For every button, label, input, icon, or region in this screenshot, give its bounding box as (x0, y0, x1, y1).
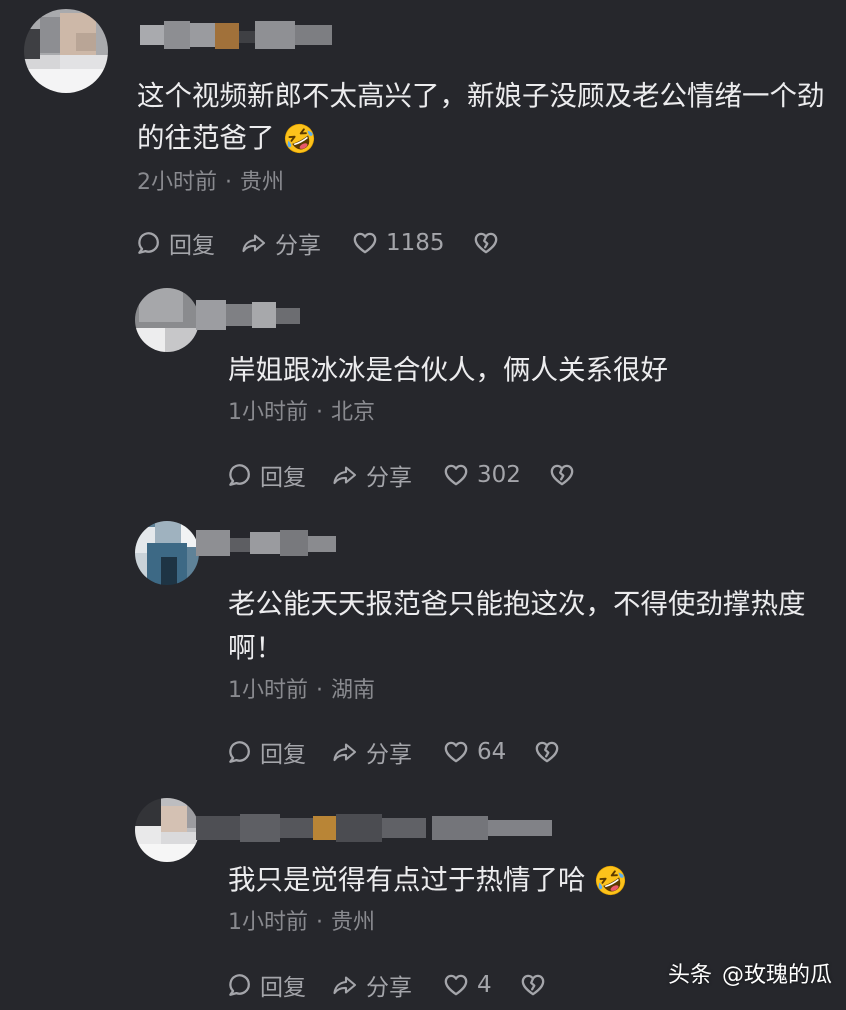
comment-time: 1小时前 (228, 678, 308, 703)
watermark-account: @玫瑰的瓜 (722, 963, 833, 988)
comment-bubble-icon (226, 972, 252, 998)
watermark-platform: 头条 (668, 963, 713, 988)
heart-icon (352, 230, 378, 256)
comment-location: 湖南 (331, 678, 376, 703)
share-label: 分享 (275, 233, 321, 259)
comment-actions: 回复 分享 1185 (135, 227, 499, 259)
avatar[interactable] (135, 288, 199, 352)
username-redacted[interactable] (140, 21, 332, 49)
heart-icon (443, 972, 469, 998)
share-label: 分享 (366, 975, 412, 1001)
comment-body[interactable]: 岸姐跟冰冰是合伙人，俩人关系很好 (228, 349, 668, 391)
rolling-on-floor-laughing-icon (284, 123, 315, 154)
comment-text-line-with-emoji: 我只是觉得有点过于热情了哈 (228, 859, 626, 901)
meta-separator: · (316, 910, 323, 935)
meta-separator: · (316, 678, 323, 703)
dislike-button[interactable] (520, 969, 546, 1001)
like-count: 302 (477, 462, 521, 488)
share-button[interactable]: 分享 (332, 736, 443, 768)
heart-icon (443, 462, 469, 488)
like-count: 64 (477, 739, 507, 765)
rolling-on-floor-laughing-icon (595, 865, 626, 896)
broken-heart-icon (549, 462, 575, 488)
like-button[interactable]: 4 (443, 969, 492, 1001)
comment-location: 贵州 (331, 910, 376, 935)
comment-meta: 1小时前 · 湖南 (228, 676, 375, 706)
reply-label: 回复 (260, 975, 306, 1001)
reply-button[interactable]: 回复 (135, 227, 241, 259)
comment-actions: 回复 分享 4 (226, 969, 546, 1001)
comment-time: 1小时前 (228, 910, 308, 935)
comment-meta: 1小时前 · 贵州 (228, 908, 375, 938)
share-button[interactable]: 分享 (332, 969, 443, 1001)
comment-meta: 2小时前 · 贵州 (137, 168, 284, 198)
comment-text-line: 老公能天天报范爸只能抱这次，不得使劲撑热度 (228, 588, 806, 620)
username-redacted[interactable] (196, 300, 300, 330)
comment-body[interactable]: 我只是觉得有点过于热情了哈 (228, 859, 626, 901)
reply-label: 回复 (260, 465, 306, 491)
comment-thread: 这个视频新郎不太高兴了，新娘子没顾及老公情绪一个劲 的往范爸了 2小时前 · 贵… (0, 0, 846, 1010)
like-button[interactable]: 302 (443, 459, 521, 491)
watermark: 头条 @玫瑰的瓜 (668, 960, 832, 992)
comment-text-line-with-emoji: 的往范爸了 (137, 117, 825, 159)
avatar[interactable] (135, 798, 199, 862)
like-button[interactable]: 1185 (352, 227, 445, 259)
broken-heart-icon (520, 972, 546, 998)
comment-bubble-icon (226, 462, 252, 488)
share-arrow-icon (241, 230, 267, 256)
avatar[interactable] (24, 9, 108, 93)
like-count: 4 (477, 972, 492, 998)
comment-meta: 1小时前 · 北京 (228, 398, 375, 428)
comment-bubble-icon (135, 230, 161, 256)
comment-text-line: 啊！ (228, 632, 283, 664)
avatar[interactable] (135, 521, 199, 585)
share-button[interactable]: 分享 (241, 227, 352, 259)
dislike-button[interactable] (473, 227, 499, 259)
comment-bubble-icon (226, 739, 252, 765)
comment-text-line: 岸姐跟冰冰是合伙人，俩人关系很好 (228, 354, 668, 386)
comment-body[interactable]: 这个视频新郎不太高兴了，新娘子没顾及老公情绪一个劲 的往范爸了 (137, 75, 825, 159)
reply-label: 回复 (169, 233, 215, 259)
reply-button[interactable]: 回复 (226, 969, 332, 1001)
share-label: 分享 (366, 742, 412, 768)
comment-actions: 回复 分享 302 (226, 459, 575, 491)
meta-separator: · (316, 400, 323, 425)
dislike-button[interactable] (549, 459, 575, 491)
comment-body[interactable]: 老公能天天报范爸只能抱这次，不得使劲撑热度 啊！ (228, 582, 806, 670)
broken-heart-icon (473, 230, 499, 256)
comment-text-line: 我只是觉得有点过于热情了哈 (228, 864, 586, 896)
username-redacted[interactable] (196, 530, 336, 556)
username-redacted[interactable] (196, 814, 552, 842)
like-count: 1185 (386, 230, 445, 256)
like-button[interactable]: 64 (443, 736, 506, 768)
share-button[interactable]: 分享 (332, 459, 443, 491)
reply-button[interactable]: 回复 (226, 736, 332, 768)
comment-time: 1小时前 (228, 400, 308, 425)
broken-heart-icon (534, 739, 560, 765)
comment-location: 贵州 (240, 170, 285, 195)
dislike-button[interactable] (534, 736, 560, 768)
meta-separator: · (225, 170, 232, 195)
reply-button[interactable]: 回复 (226, 459, 332, 491)
share-label: 分享 (366, 465, 412, 491)
share-arrow-icon (332, 462, 358, 488)
heart-icon (443, 739, 469, 765)
comment-location: 北京 (331, 400, 376, 425)
share-arrow-icon (332, 972, 358, 998)
reply-label: 回复 (260, 742, 306, 768)
comment-actions: 回复 分享 64 (226, 736, 560, 768)
comment-text-line: 这个视频新郎不太高兴了，新娘子没顾及老公情绪一个劲 (137, 80, 825, 112)
comment-text-line: 的往范爸了 (137, 122, 275, 154)
comment-time: 2小时前 (137, 170, 217, 195)
share-arrow-icon (332, 739, 358, 765)
